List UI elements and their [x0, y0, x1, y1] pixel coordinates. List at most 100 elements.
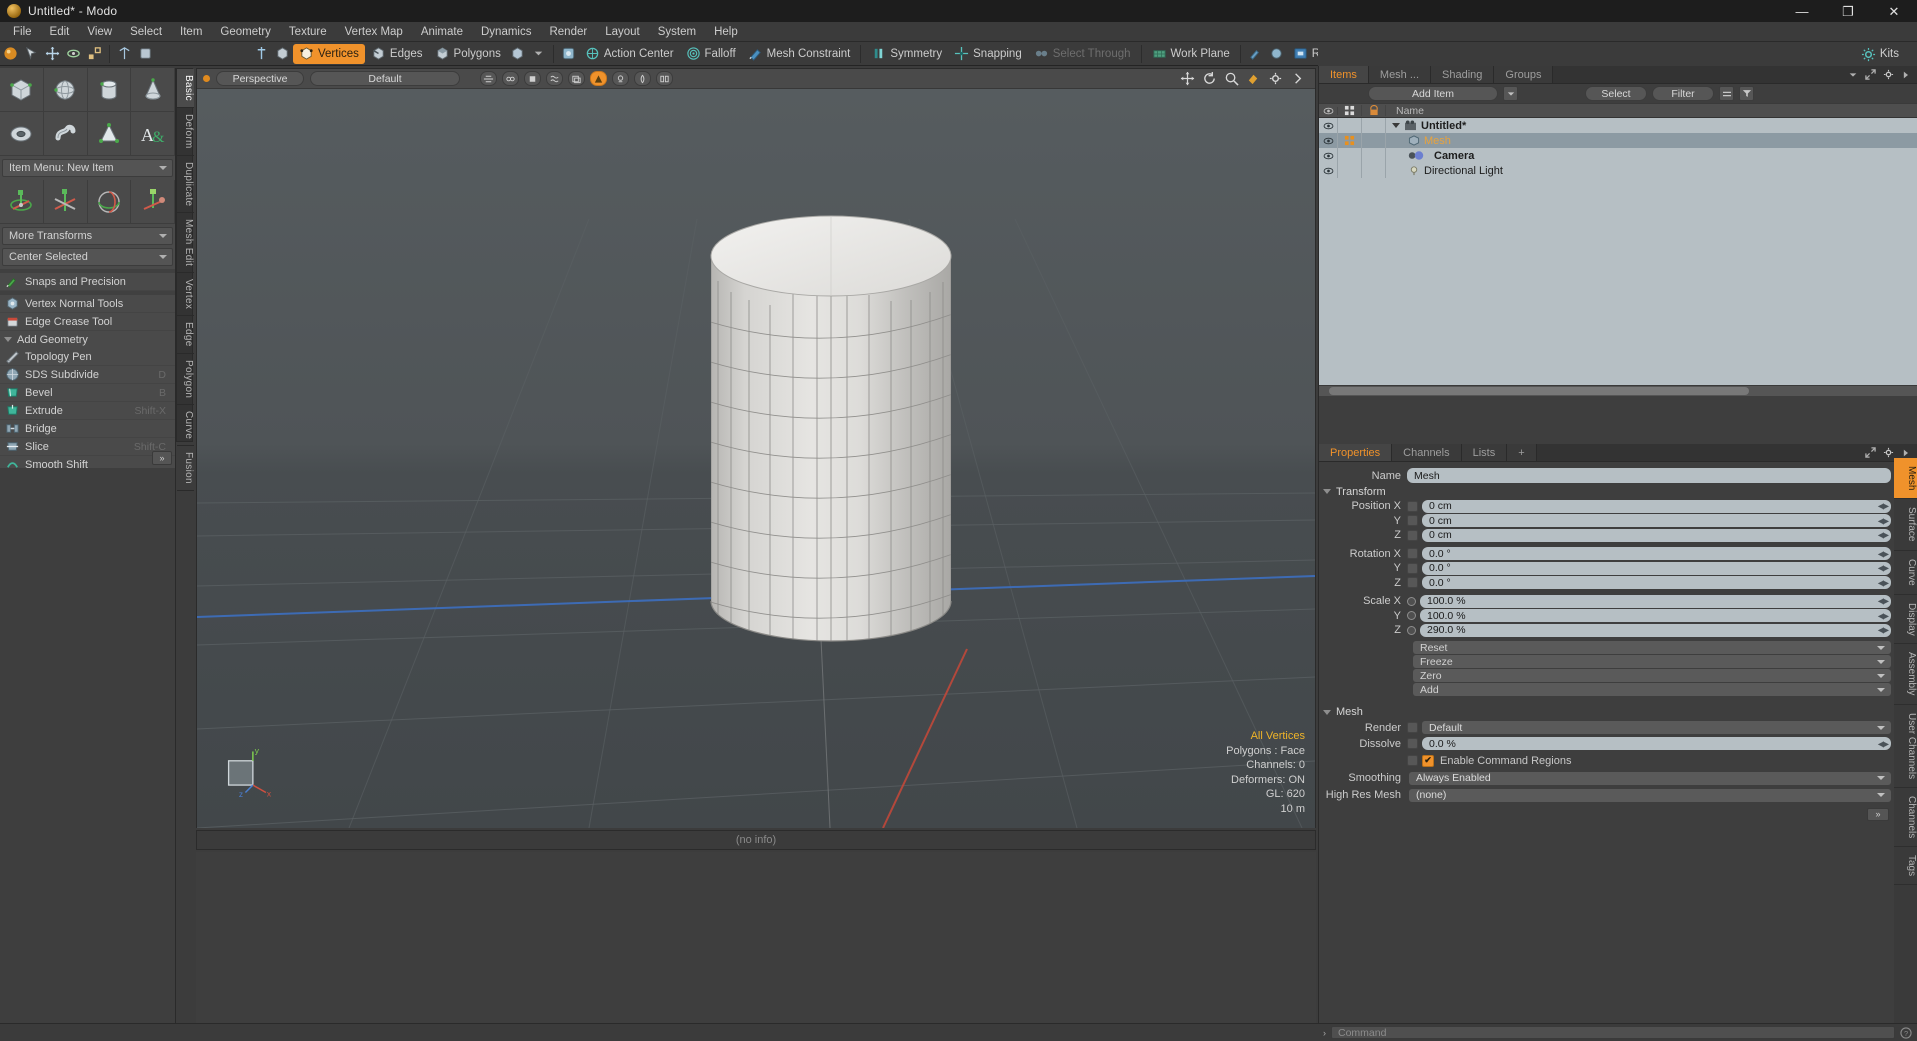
backdrop-icon[interactable]: [634, 71, 651, 86]
chevron-down-icon[interactable]: [528, 44, 549, 64]
select-button[interactable]: Select: [1585, 86, 1647, 101]
row-name-cell[interactable]: Camera: [1386, 150, 1917, 162]
rvtab-display[interactable]: Display: [1894, 595, 1917, 645]
vertices-mode-button[interactable]: Vertices: [293, 44, 365, 64]
menu-layout[interactable]: Layout: [596, 22, 649, 42]
vtab-polygon[interactable]: Polygon: [177, 354, 194, 405]
menu-dynamics[interactable]: Dynamics: [472, 22, 540, 42]
smooth-shift-row[interactable]: Smooth Shift: [0, 456, 175, 468]
minimize-button[interactable]: —: [1779, 0, 1825, 22]
texture-shade-icon[interactable]: [546, 71, 563, 86]
freeze-dropdown[interactable]: Freeze: [1413, 655, 1891, 668]
snapping-button[interactable]: Snapping: [948, 44, 1028, 64]
split-view-icon[interactable]: [656, 71, 673, 86]
gear-icon[interactable]: [1883, 69, 1894, 80]
lighting-icon[interactable]: [612, 71, 629, 86]
close-button[interactable]: ✕: [1871, 0, 1917, 22]
enable-command-regions-control[interactable]: ✔ Enable Command Regions: [1422, 755, 1571, 767]
falloff-button[interactable]: Falloff: [680, 44, 742, 64]
topology-pen-row[interactable]: Topology Pen: [0, 348, 175, 366]
preview-render-icon[interactable]: [1245, 44, 1266, 64]
move-transform-icon[interactable]: [0, 180, 44, 224]
table-row[interactable]: Untitled*: [1319, 118, 1917, 133]
rvtab-mesh[interactable]: Mesh: [1894, 458, 1917, 499]
view-mode-dropdown[interactable]: Perspective: [216, 71, 304, 86]
gear-icon[interactable]: [1883, 447, 1894, 458]
rvtab-curve[interactable]: Curve: [1894, 551, 1917, 595]
bridge-row[interactable]: Bridge: [0, 420, 175, 438]
menu-vertex-map[interactable]: Vertex Map: [336, 22, 412, 42]
spinner-icon[interactable]: ◀▶: [1878, 549, 1888, 558]
vtab-fusion[interactable]: Fusion: [177, 446, 194, 491]
menu-item[interactable]: Item: [171, 22, 211, 42]
spinner-icon[interactable]: ◀▶: [1878, 578, 1888, 587]
row-name-cell[interactable]: Directional Light: [1386, 165, 1917, 177]
row-render-toggle[interactable]: [1338, 163, 1362, 178]
rotation-x-channel-toggle[interactable]: [1407, 548, 1418, 559]
dissolve-input[interactable]: 0.0 % ◀▶: [1422, 737, 1891, 750]
extrude-row[interactable]: Extrude Shift-X: [0, 402, 175, 420]
transform-section-header[interactable]: Transform: [1319, 484, 1917, 499]
items-mode-icon[interactable]: [272, 44, 293, 64]
triangle-tool-icon[interactable]: [88, 112, 132, 156]
scale-z-channel-toggle[interactable]: [1407, 626, 1416, 635]
tab-add[interactable]: +: [1507, 444, 1536, 461]
center-selected-dropdown[interactable]: Center Selected: [2, 248, 173, 266]
modo-logo-icon[interactable]: [0, 44, 21, 64]
vtab-edge[interactable]: Edge: [177, 316, 194, 354]
selection-sets-icon[interactable]: [558, 44, 579, 64]
menu-file[interactable]: File: [4, 22, 41, 42]
add-item-dropdown-arrow[interactable]: [1503, 86, 1518, 101]
menu-geometry[interactable]: Geometry: [211, 22, 280, 42]
spinner-icon[interactable]: ◀▶: [1878, 516, 1888, 525]
vtab-duplicate[interactable]: Duplicate: [177, 156, 194, 213]
menu-texture[interactable]: Texture: [280, 22, 336, 42]
filter-funnel-icon[interactable]: [1739, 86, 1754, 101]
chevron-right-icon[interactable]: [1901, 448, 1910, 458]
row-visibility-toggle[interactable]: [1319, 163, 1338, 178]
tab-mesh[interactable]: Mesh ...: [1369, 66, 1431, 83]
menu-help[interactable]: Help: [705, 22, 747, 42]
command-input[interactable]: Command: [1331, 1026, 1895, 1039]
add-item-button[interactable]: Add Item: [1368, 86, 1498, 101]
move-tool-icon[interactable]: [42, 44, 63, 64]
spinner-icon[interactable]: ◀▶: [1878, 531, 1888, 540]
more-transforms-dropdown[interactable]: More Transforms: [2, 227, 173, 245]
row-name-cell[interactable]: Mesh: [1386, 135, 1917, 147]
tab-channels[interactable]: Channels: [1392, 444, 1461, 461]
rotation-z-channel-toggle[interactable]: [1407, 577, 1418, 588]
edge-crease-tool-row[interactable]: Edge Crease Tool: [0, 313, 175, 331]
polygons-mode-button[interactable]: Polygons: [429, 44, 507, 64]
tab-groups[interactable]: Groups: [1494, 66, 1553, 83]
menu-edit[interactable]: Edit: [41, 22, 79, 42]
vertex-shade-icon[interactable]: [502, 71, 519, 86]
left-panel-more-button[interactable]: »: [152, 451, 172, 465]
vtab-vertex[interactable]: Vertex: [177, 273, 194, 316]
spinner-icon[interactable]: ◀▶: [1878, 626, 1888, 635]
item-menu-dropdown[interactable]: Item Menu: New Item: [2, 159, 173, 177]
row-lock-toggle[interactable]: [1362, 148, 1386, 163]
gear-icon[interactable]: [1268, 71, 1283, 86]
position-x-channel-toggle[interactable]: [1407, 501, 1418, 512]
add-geometry-header[interactable]: Add Geometry: [0, 331, 175, 348]
zoom-icon[interactable]: [1224, 71, 1239, 86]
add-dropdown[interactable]: Add: [1413, 683, 1891, 696]
rotate-transform-icon[interactable]: [44, 180, 88, 224]
select-tool-icon[interactable]: [21, 44, 42, 64]
enable-command-regions-checkbox[interactable]: ✔: [1422, 755, 1434, 767]
kits-button[interactable]: Kits: [1853, 45, 1907, 64]
position-y-input[interactable]: 0 cm ◀▶: [1422, 514, 1891, 527]
high-res-mesh-dropdown[interactable]: (none): [1409, 789, 1891, 802]
properties-more-button[interactable]: »: [1867, 808, 1889, 821]
vertex-normal-tools-row[interactable]: Vertex Normal Tools: [0, 295, 175, 313]
row-lock-toggle[interactable]: [1362, 118, 1386, 133]
filter-button[interactable]: Filter: [1652, 86, 1714, 101]
spinner-icon[interactable]: ◀▶: [1878, 739, 1888, 748]
row-visibility-toggle[interactable]: [1319, 118, 1338, 133]
row-visibility-toggle[interactable]: [1319, 133, 1338, 148]
gl-preview-icon[interactable]: [590, 71, 607, 86]
rotation-y-input[interactable]: 0.0 ° ◀▶: [1422, 562, 1891, 575]
bevel-row[interactable]: Bevel B: [0, 384, 175, 402]
rvtab-surface[interactable]: Surface: [1894, 499, 1917, 550]
command-regions-channel-toggle[interactable]: [1407, 755, 1418, 766]
